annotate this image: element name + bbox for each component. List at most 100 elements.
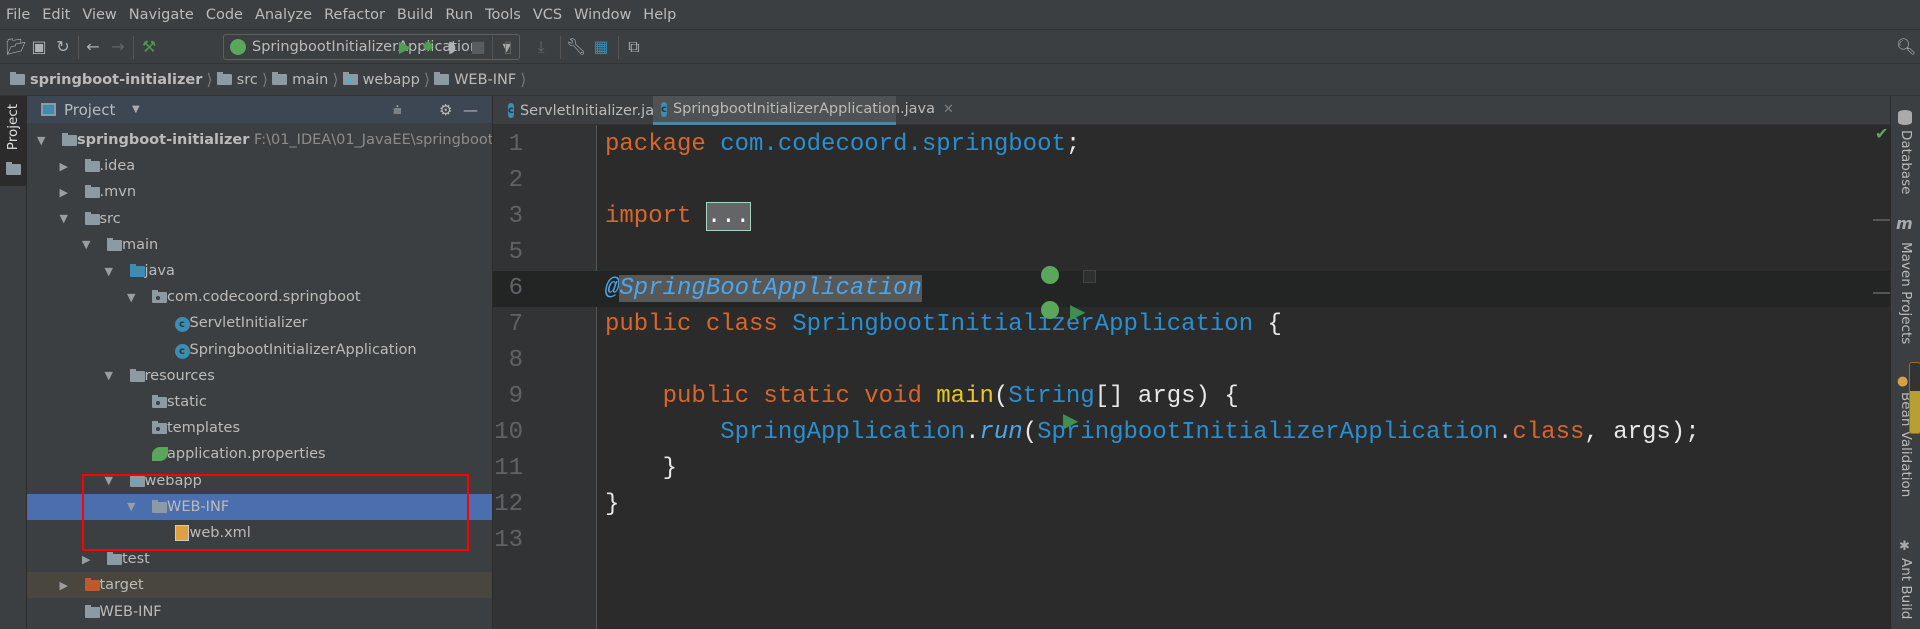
expanded-arrow-icon[interactable]: ▼ [105, 369, 113, 382]
tree-item[interactable]: ▶ .idea [27, 153, 492, 179]
menu-build[interactable]: Build [397, 7, 433, 23]
menu-tools[interactable]: Tools [485, 7, 521, 23]
run-icon[interactable]: ▶ [1070, 299, 1085, 323]
expanded-arrow-icon[interactable]: ▼ [127, 291, 135, 304]
no-problems-check-icon: ✔ [1875, 124, 1889, 143]
code-line[interactable]: 11 } [493, 451, 1890, 487]
close-icon[interactable]: ✕ [943, 102, 954, 117]
spring-bean-icon[interactable] [1041, 266, 1059, 288]
tree-item[interactable]: ▼ src [27, 206, 492, 232]
code-line[interactable]: 7 public class SpringbootInitializerAppli… [493, 307, 1890, 343]
fold-icon[interactable] [1083, 268, 1096, 287]
minimize-icon[interactable]: — [463, 101, 478, 119]
project-view-selector[interactable]: Project [64, 101, 115, 119]
expanded-arrow-icon[interactable]: ▼ [60, 212, 68, 225]
collapsed-arrow-icon[interactable]: ▶ [60, 186, 68, 199]
breadcrumb-webapp[interactable]: webapp ⟩ [342, 70, 430, 89]
tree-item[interactable]: ▼ java [27, 258, 492, 284]
code-line[interactable]: 10 SpringApplication.run(SpringbootIniti… [493, 415, 1890, 451]
code-line[interactable]: 12} [493, 487, 1890, 523]
expanded-arrow-icon[interactable]: ▼ [105, 265, 113, 278]
ant-build-tool-button[interactable]: Ant Build [1898, 558, 1914, 619]
tree-item[interactable]: ▼ main [27, 232, 492, 258]
spring-class-icon: c [661, 101, 667, 117]
menu-code[interactable]: Code [206, 7, 243, 23]
run-icon[interactable]: ▶ [396, 38, 414, 56]
menu-edit[interactable]: Edit [42, 7, 70, 23]
toolbar: 📂︎ ▣ ↻ ← → ⚒︎ SpringbootInitializerAppli… [0, 29, 1920, 64]
stop-icon[interactable]: ■ [469, 38, 487, 56]
menu-window[interactable]: Window [574, 7, 631, 23]
tree-item[interactable]: ▼ springboot-initializer F:\01_IDEA\01_Jav… [27, 127, 492, 153]
spring-boot-icon [230, 39, 246, 55]
search-icon[interactable]: 🔍︎ [1896, 38, 1916, 56]
tree-item[interactable]: static [27, 389, 492, 415]
menu-refactor[interactable]: Refactor [324, 7, 385, 23]
step-icon[interactable]: ⤓ [532, 38, 550, 56]
collapse-all-icon[interactable]: ⩧ [393, 101, 402, 119]
code-token[interactable]: ... [705, 202, 752, 231]
expanded-arrow-icon[interactable]: ▼ [82, 238, 90, 251]
code-token: public static void [662, 383, 937, 410]
tree-item-label: .mvn [99, 184, 137, 201]
tree-item[interactable]: templates [27, 415, 492, 441]
breadcrumb-src[interactable]: src ⟩ [216, 70, 268, 89]
breadcrumb-main[interactable]: main ⟩ [272, 70, 339, 89]
debug-icon[interactable]: ✹ [419, 38, 437, 56]
gear-icon[interactable]: ⚙︎ [439, 101, 452, 119]
tab-servlet-initializer[interactable]: cServletInitializer.java✕ [500, 96, 690, 125]
forward-icon[interactable]: → [109, 38, 127, 56]
project-structure-icon[interactable]: ▦ [592, 38, 610, 56]
maven-projects-tool-button[interactable]: Maven Projects [1898, 242, 1914, 344]
tree-item[interactable]: ▶ .mvn [27, 179, 492, 205]
menu-view[interactable]: View [82, 7, 116, 23]
breadcrumb-project[interactable]: springboot-initializer ⟩ [10, 70, 213, 89]
tree-item[interactable]: c SpringbootInitializerApplication [27, 337, 492, 363]
build-hammer-icon[interactable]: ⚒︎ [140, 38, 158, 56]
back-icon[interactable]: ← [84, 38, 102, 56]
folder-icon [6, 162, 21, 175]
breadcrumb-web-inf[interactable]: WEB-INF ⟩ [434, 70, 527, 89]
open-icon[interactable]: 📂︎ [6, 38, 26, 56]
code-line[interactable]: 9 public static void main(String[] args)… [493, 379, 1890, 415]
menu-vcs[interactable]: VCS [533, 7, 562, 23]
sdk-icon[interactable]: ⧉ [625, 38, 643, 56]
spring-class-gutter-icon[interactable] [1041, 301, 1059, 323]
database-tool-button[interactable]: Database [1898, 130, 1914, 194]
code-line[interactable]: 5 [493, 235, 1890, 271]
tree-item[interactable]: WEB-INF [27, 599, 492, 625]
menu-run[interactable]: Run [445, 7, 473, 23]
code-line[interactable]: 8 [493, 343, 1890, 379]
code-line[interactable]: 2 [493, 163, 1890, 199]
tree-item[interactable]: ▼ resources [27, 363, 492, 389]
ant-icon: ✱ [1899, 539, 1910, 554]
tree-item[interactable]: ▶ target [27, 572, 492, 599]
collapsed-arrow-icon[interactable]: ▶ [82, 553, 90, 566]
attach-icon[interactable]: ▯ [499, 38, 517, 56]
tree-item[interactable]: application.properties [27, 441, 492, 467]
project-tool-button[interactable]: Project [0, 96, 26, 186]
tree-item[interactable]: c ServletInitializer [27, 310, 492, 336]
expanded-arrow-icon[interactable]: ▼ [37, 134, 45, 147]
collapsed-arrow-icon[interactable]: ▶ [60, 160, 68, 173]
code-line[interactable]: 1 package com.codecoord.springboot; [493, 127, 1890, 163]
coverage-icon[interactable]: ◗ [443, 38, 461, 56]
run-icon[interactable]: ▶ [1063, 408, 1078, 432]
menu-analyze[interactable]: Analyze [255, 7, 312, 23]
save-icon[interactable]: ▣ [30, 38, 48, 56]
settings-wrench-icon[interactable]: 🔧︎ [566, 38, 586, 56]
menu-navigate[interactable]: Navigate [129, 7, 194, 23]
line-number: 13 [494, 527, 523, 554]
tree-item[interactable]: ▼ com.codecoord.springboot [27, 284, 492, 310]
menu-file[interactable]: File [6, 7, 30, 23]
tab-springboot-initializer-application[interactable]: c SpringbootInitializerApplication.java ✕ [653, 96, 954, 125]
code-line[interactable]: 13 [493, 523, 1890, 559]
code-line[interactable]: 3 import ... [493, 199, 1890, 235]
chevron-down-icon[interactable]: ▼ [132, 104, 140, 115]
sync-icon[interactable]: ↻ [54, 38, 72, 56]
menu-help[interactable]: Help [643, 7, 676, 23]
collapsed-arrow-icon[interactable]: ▶ [60, 579, 68, 592]
code-line[interactable]: 6 @SpringBootApplication [493, 271, 1890, 307]
line-number: 3 [508, 203, 523, 230]
tree-item-label: main [122, 236, 159, 253]
